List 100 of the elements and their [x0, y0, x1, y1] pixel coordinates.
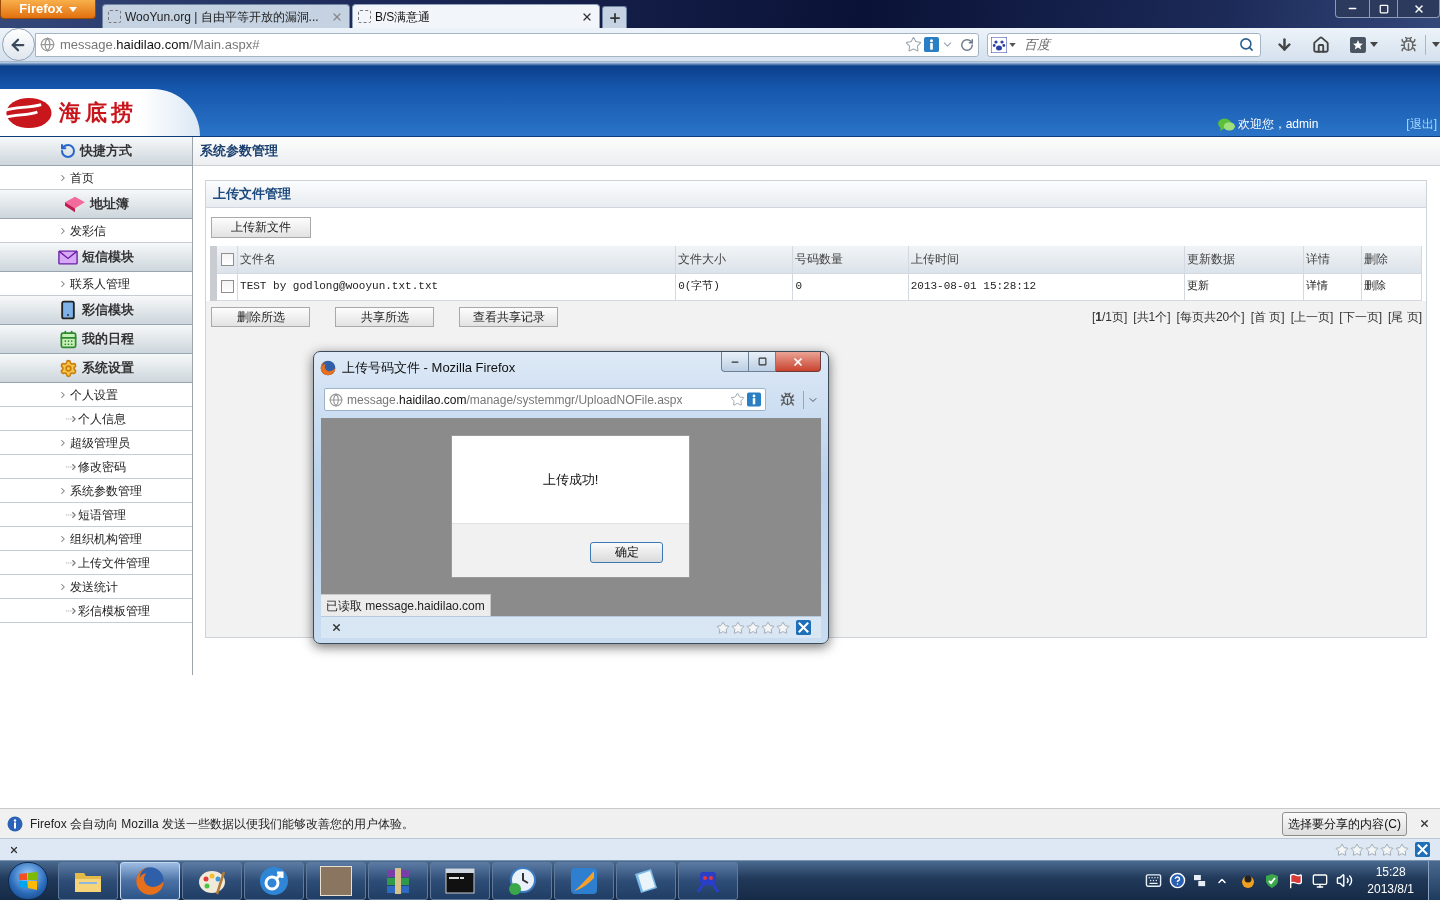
bookmark-star-icon[interactable]	[905, 36, 923, 53]
maximize-button[interactable]	[1370, 0, 1398, 18]
checkbox[interactable]	[220, 252, 234, 266]
windows-pair-icon[interactable]	[1194, 874, 1207, 887]
action-button[interactable]: 共享所选	[335, 306, 434, 327]
chat-bubbles-icon	[1216, 116, 1236, 132]
browser-logo-icon	[135, 865, 165, 896]
table-cell: TEST by godlong@wooyun.txt.txt	[237, 273, 676, 300]
keyboard-icon[interactable]	[1145, 872, 1163, 889]
sidebar-section-header[interactable]: 彩信模块	[0, 296, 192, 325]
volume-icon[interactable]	[1336, 872, 1354, 889]
caret-down-icon[interactable]	[1009, 42, 1017, 47]
address-field[interactable]: message.haidilao.com/manage/systemmgr/UploadNOFile.aspx	[324, 388, 766, 411]
sidebar-section-header[interactable]: 快捷方式	[0, 137, 192, 166]
caret-down-icon[interactable]	[1370, 42, 1379, 47]
star-rating[interactable]	[1335, 842, 1409, 857]
flag-logo-icon	[18, 870, 38, 891]
home-icon[interactable]	[1312, 35, 1331, 54]
sidebar-section-header[interactable]: 地址簿	[0, 190, 192, 219]
chevron-right-icon	[58, 581, 68, 592]
share-choice-button[interactable]: 选择要分享的内容(C)	[1282, 811, 1407, 836]
taskbar-button[interactable]	[368, 861, 428, 900]
clock-icon	[507, 865, 537, 896]
ok-button[interactable]: 确定	[590, 541, 663, 563]
search-icon[interactable]	[1239, 37, 1255, 52]
sidebar-link[interactable]: 发送统计	[0, 575, 192, 599]
search-field[interactable]: 百度	[987, 32, 1262, 57]
info-icon[interactable]	[747, 392, 761, 407]
caret-down-icon[interactable]	[1432, 42, 1440, 47]
logo-text: 海底捞	[59, 99, 137, 127]
sidebar-link[interactable]: 超级管理员	[0, 431, 192, 455]
taskbar-button[interactable]	[306, 861, 366, 900]
sidebar-link[interactable]: 组织机构管理	[0, 527, 192, 551]
bookmarks-icon[interactable]	[1350, 36, 1367, 53]
checkbox[interactable]	[220, 280, 234, 293]
help-icon[interactable]	[1169, 872, 1187, 889]
sidebar-link[interactable]: 系统参数管理	[0, 479, 192, 503]
close-icon[interactable]	[9, 844, 19, 855]
start-button[interactable]	[8, 861, 48, 900]
pagination-link[interactable]: [下一页]	[1339, 307, 1382, 326]
pagination-link[interactable]: [首 页]	[1250, 307, 1285, 326]
pagination-link[interactable]: [上一页]	[1290, 307, 1334, 326]
sidebar-sublink[interactable]: 上传文件管理	[0, 551, 192, 575]
sidebar-section-header[interactable]: 我的日程	[0, 325, 192, 354]
close-icon[interactable]	[1419, 818, 1430, 829]
star-rating[interactable]	[716, 620, 790, 635]
cross-tile-icon[interactable]	[1415, 842, 1430, 857]
taskbar-button[interactable]	[492, 861, 552, 900]
minimize-button[interactable]	[1335, 0, 1370, 18]
maximize-icon	[1378, 3, 1389, 14]
new-tab-button[interactable]	[602, 6, 627, 28]
sidebar-sublink[interactable]: 修改密码	[0, 455, 192, 479]
bug-icon[interactable]	[1400, 36, 1418, 53]
taskbar-button[interactable]	[430, 861, 490, 900]
download-icon[interactable]	[1276, 36, 1294, 53]
close-icon	[1412, 2, 1425, 15]
pagination-link[interactable]: [共1个]	[1133, 307, 1171, 326]
logout-link[interactable]: [退出]	[1406, 115, 1437, 133]
sidebar-section-header[interactable]: 系统设置	[0, 354, 192, 383]
sidebar-sublink[interactable]: 个人信息	[0, 407, 192, 431]
alert-message: 上传成功!	[542, 470, 599, 489]
taskbar-button[interactable]	[58, 861, 118, 900]
dotted-arrow-icon	[66, 558, 77, 567]
chevron-right-icon	[58, 225, 68, 236]
address-field[interactable]: message.haidilao.com/Main.aspx#	[34, 32, 980, 57]
reload-icon[interactable]	[960, 37, 975, 52]
cross-tile-icon[interactable]	[796, 620, 811, 635]
sidebar-sublink[interactable]: 短语管理	[0, 503, 192, 527]
back-button[interactable]	[2, 28, 35, 61]
column-header: 详情	[1303, 246, 1362, 273]
maximize-button[interactable]	[749, 352, 776, 372]
close-button[interactable]	[1398, 0, 1440, 18]
bookmark-star-icon[interactable]	[730, 392, 745, 407]
sidebar-sublink[interactable]: 彩信模板管理	[0, 599, 192, 623]
paw-icon[interactable]	[991, 36, 1008, 53]
monitor-icon[interactable]	[1312, 872, 1329, 889]
column-header: 文件大小	[675, 246, 793, 273]
shield-check-icon[interactable]	[1264, 872, 1281, 889]
pagination-link[interactable]: [每页共20个]	[1176, 307, 1245, 326]
sidebar-link[interactable]: 个人设置	[0, 383, 192, 407]
minimize-button[interactable]	[721, 352, 749, 372]
upload-button[interactable]: 上传新文件	[211, 216, 311, 238]
sidebar-section-header[interactable]: 短信模块	[0, 243, 192, 272]
bug-icon[interactable]	[780, 392, 795, 407]
pagination-link[interactable]: [1/1页]	[1091, 307, 1128, 326]
browser-tab[interactable]: B/S满意通	[352, 4, 600, 28]
taskbar-button[interactable]	[244, 861, 304, 900]
window-title: 上传号码文件 - Mozilla Firefox	[342, 359, 516, 377]
action-button[interactable]: 删除所选	[211, 306, 310, 327]
pagination-link[interactable]: [尾 页]	[1388, 307, 1422, 326]
info-icon[interactable]	[924, 37, 940, 52]
close-icon[interactable]	[331, 622, 342, 633]
flag-icon[interactable]	[1288, 872, 1305, 889]
action-button[interactable]: 查看共享记录	[459, 306, 558, 327]
show-desktop-button[interactable]	[1428, 861, 1440, 900]
taskbar-button[interactable]	[182, 861, 242, 900]
star-icon	[1350, 842, 1364, 857]
close-button[interactable]	[776, 352, 821, 372]
browser-tab[interactable]: WooYun.org | 自由平等开放的漏洞...	[102, 4, 350, 28]
taskbar-button[interactable]	[616, 861, 676, 900]
